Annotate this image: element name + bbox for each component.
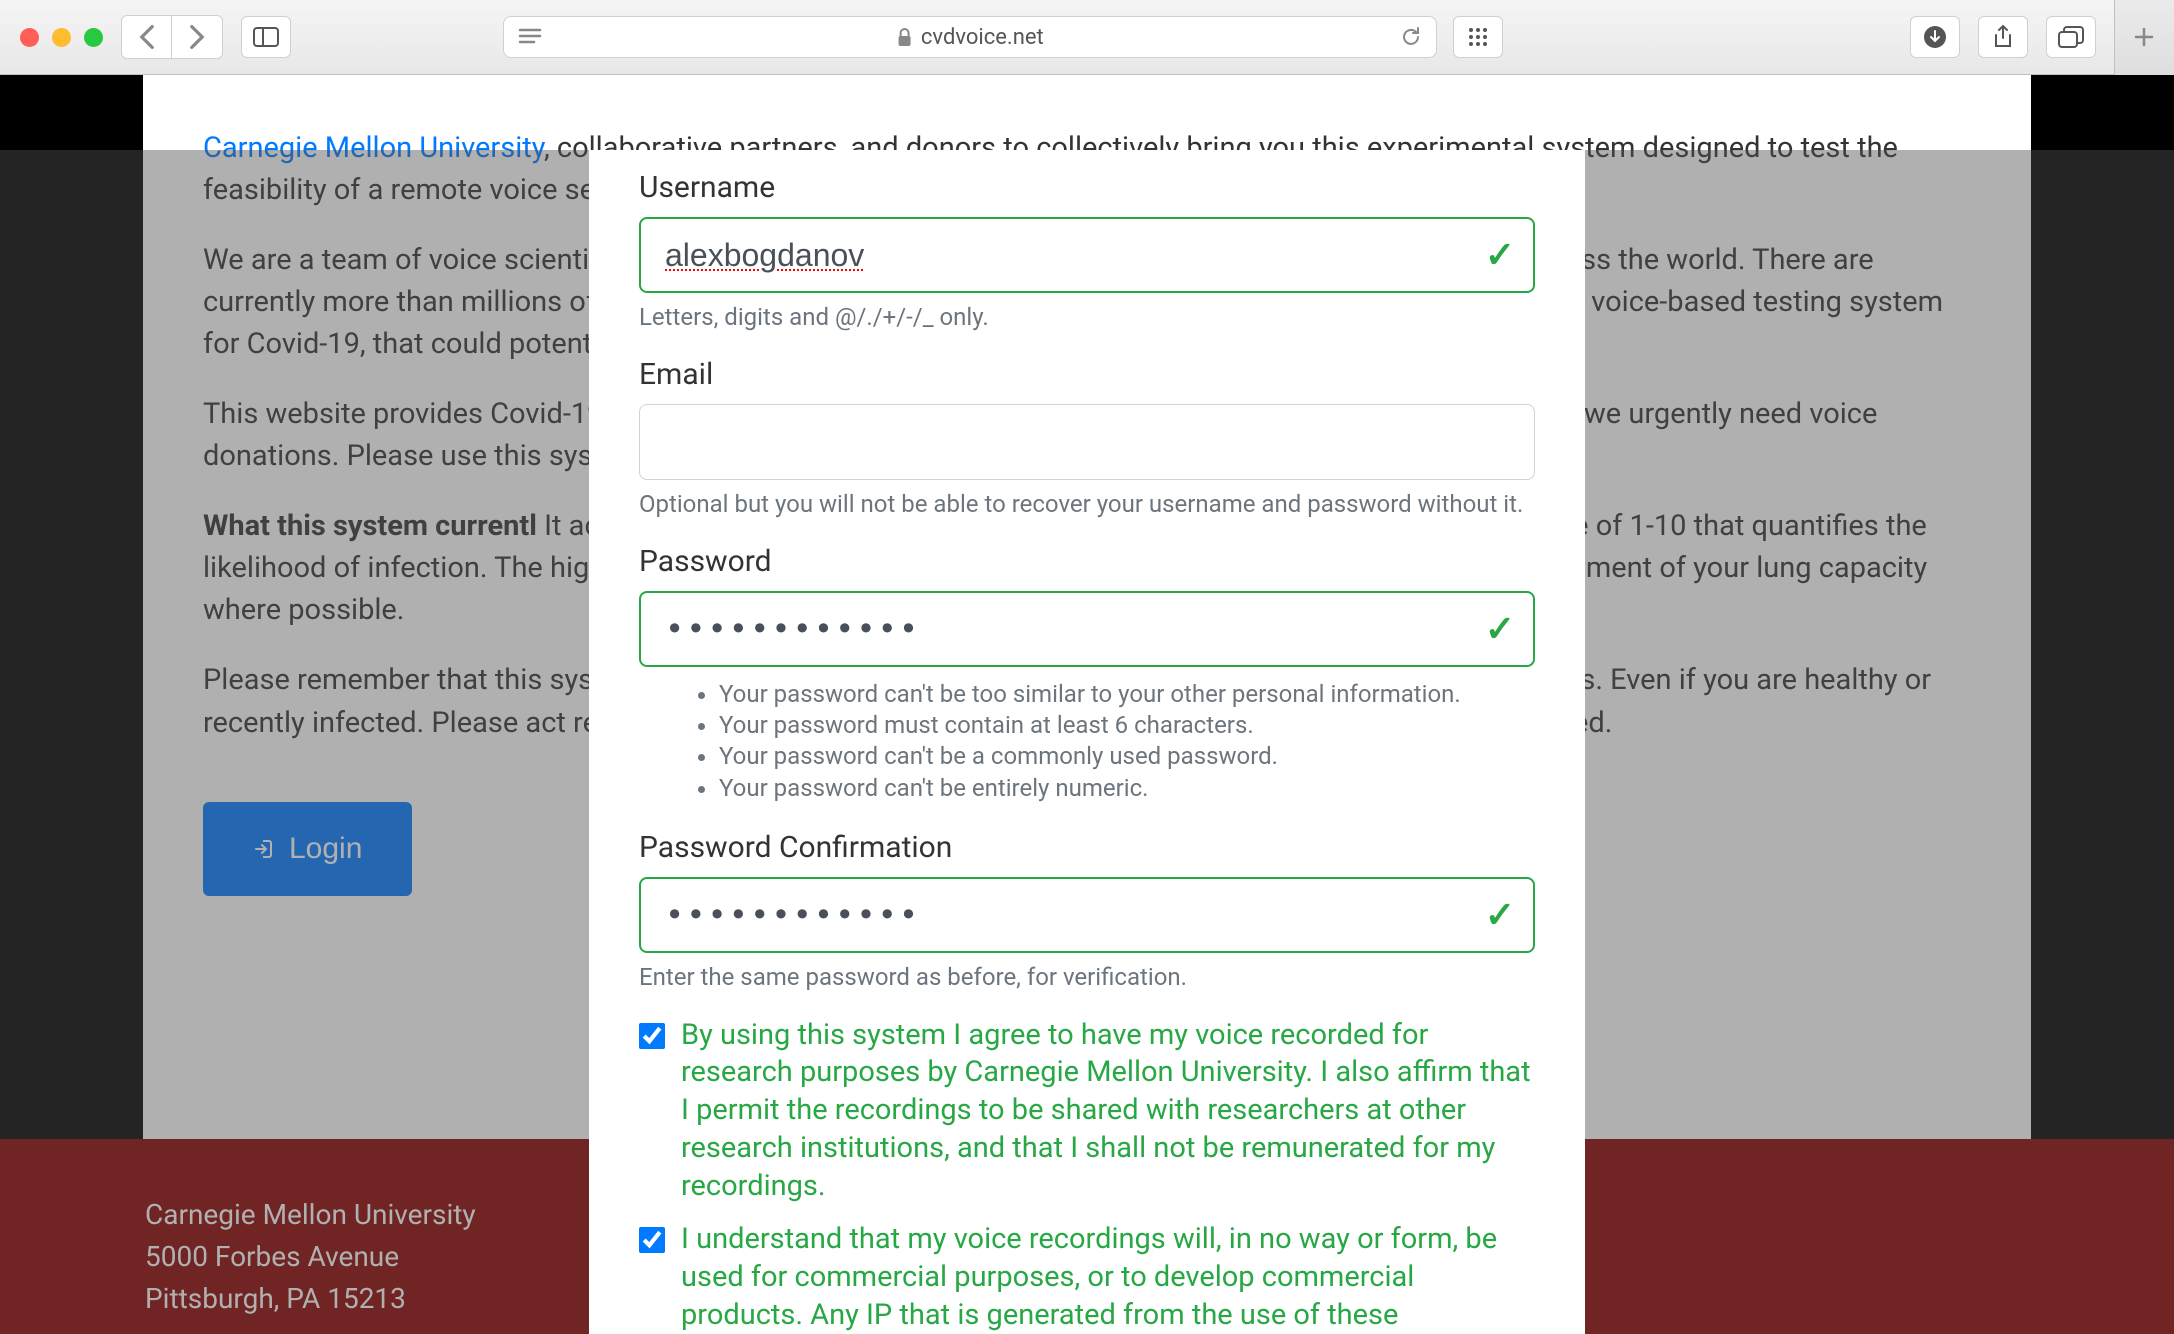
check-icon: ✓	[1485, 234, 1515, 276]
signup-modal: Username ✓ Letters, digits and @/./+/-/_…	[589, 150, 1585, 1334]
nav-button-group	[121, 15, 223, 59]
sidebar-button[interactable]	[241, 16, 291, 58]
password-rule: Your password can't be a commonly used p…	[719, 741, 1535, 772]
downloads-button[interactable]	[1910, 16, 1960, 58]
reload-button[interactable]	[1400, 25, 1422, 49]
reload-icon	[1400, 25, 1422, 49]
share-button[interactable]	[1978, 16, 2028, 58]
password-confirm-help: Enter the same password as before, for v…	[639, 963, 1535, 991]
agree-label-1[interactable]: By using this system I agree to have my …	[681, 1017, 1535, 1205]
forward-button[interactable]	[172, 16, 222, 58]
agree-checkbox-1[interactable]	[639, 1023, 665, 1049]
email-input[interactable]	[639, 404, 1535, 480]
share-icon	[1993, 24, 2013, 50]
tabs-button[interactable]	[2046, 16, 2096, 58]
password-confirm-label: Password Confirmation	[639, 830, 1535, 865]
password-label: Password	[639, 544, 1535, 579]
tabs-icon	[2058, 26, 2084, 48]
password-rule: Your password must contain at least 6 ch…	[719, 710, 1535, 741]
close-window-button[interactable]	[20, 28, 39, 47]
email-help: Optional but you will not be able to rec…	[639, 490, 1535, 518]
password-rule: Your password can't be entirely numeric.	[719, 773, 1535, 804]
reader-icon	[518, 28, 542, 46]
username-input[interactable]	[639, 217, 1535, 293]
address-bar[interactable]: cvdvoice.net	[503, 16, 1437, 58]
back-button[interactable]	[122, 16, 172, 58]
lock-icon	[897, 27, 913, 47]
show-all-tabs-button[interactable]	[1453, 16, 1503, 58]
reader-button[interactable]	[518, 28, 542, 46]
email-label: Email	[639, 357, 1535, 392]
chevron-right-icon	[188, 24, 206, 50]
chevron-left-icon	[138, 24, 156, 50]
grid-icon	[1467, 26, 1489, 48]
check-icon: ✓	[1485, 608, 1515, 650]
plus-icon	[2132, 25, 2156, 49]
password-confirm-input[interactable]	[639, 877, 1535, 953]
password-rule: Your password can't be too similar to yo…	[719, 679, 1535, 710]
minimize-window-button[interactable]	[52, 28, 71, 47]
password-input[interactable]	[639, 591, 1535, 667]
window-controls	[20, 28, 103, 47]
username-label: Username	[639, 170, 1535, 205]
new-tab-button[interactable]	[2114, 0, 2174, 75]
sidebar-icon	[253, 27, 279, 47]
check-icon: ✓	[1485, 894, 1515, 936]
username-help: Letters, digits and @/./+/-/_ only.	[639, 303, 1535, 331]
agree-label-2[interactable]: I understand that my voice recordings wi…	[681, 1221, 1535, 1334]
password-rules-list: Your password can't be too similar to yo…	[639, 679, 1535, 804]
download-icon	[1923, 25, 1947, 49]
modal-overlay[interactable]: Username ✓ Letters, digits and @/./+/-/_…	[0, 150, 2174, 1334]
maximize-window-button[interactable]	[84, 28, 103, 47]
url-text: cvdvoice.net	[921, 25, 1044, 50]
agree-checkbox-2[interactable]	[639, 1227, 665, 1253]
browser-toolbar: cvdvoice.net	[0, 0, 2174, 75]
